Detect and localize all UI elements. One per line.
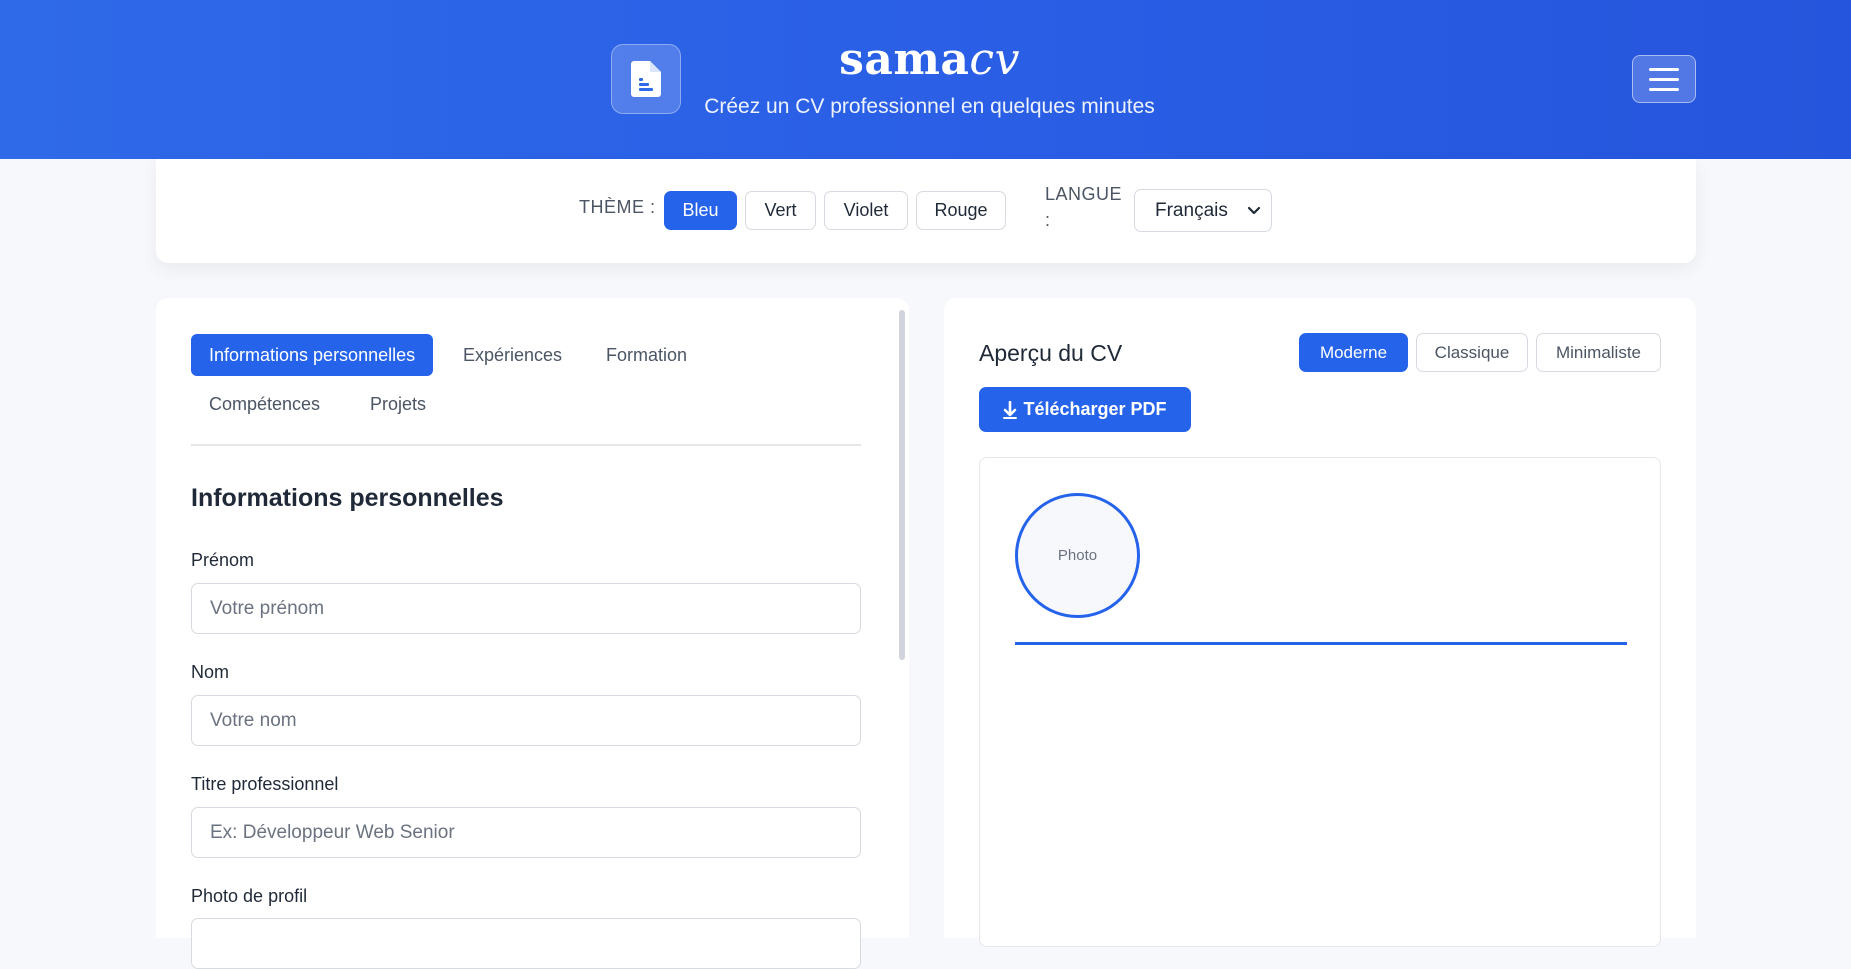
- theme-button-bleu[interactable]: Bleu: [664, 191, 737, 230]
- hamburger-menu-icon: [1649, 67, 1679, 71]
- hamburger-menu-button[interactable]: [1632, 55, 1696, 103]
- theme-button-violet[interactable]: Violet: [824, 191, 908, 230]
- chevron-down-icon: [1247, 206, 1261, 215]
- language-label: LANGUE :: [1045, 181, 1122, 233]
- profile-photo-input[interactable]: [191, 918, 861, 969]
- hamburger-menu-icon-line: [1649, 87, 1679, 91]
- tabs-divider: [191, 444, 861, 446]
- download-arrow-icon: [1003, 400, 1018, 419]
- tab-experiences[interactable]: Expériences: [445, 334, 580, 376]
- template-button-moderne[interactable]: Moderne: [1299, 333, 1408, 372]
- language-label-line1: LANGUE: [1045, 184, 1123, 204]
- tab-projets[interactable]: Projets: [352, 383, 444, 425]
- section-title: Informations personnelles: [191, 484, 504, 512]
- hamburger-menu-icon-line: [1649, 77, 1679, 81]
- cv-header-rule: [1015, 642, 1627, 645]
- editor-scrollbar[interactable]: [899, 310, 905, 660]
- cv-photo-placeholder: Photo: [1015, 493, 1140, 618]
- template-button-minimaliste[interactable]: Minimaliste: [1536, 333, 1661, 372]
- language-select[interactable]: Français: [1134, 189, 1272, 232]
- last-name-input[interactable]: [191, 695, 861, 746]
- preview-title: Aperçu du CV: [979, 340, 1123, 366]
- preview-panel: Aperçu du CV Moderne Classique Minimalis…: [944, 298, 1696, 947]
- theme-button-rouge[interactable]: Rouge: [916, 191, 1006, 230]
- tagline: Créez un CV professionnel en quelques mi…: [704, 95, 1155, 118]
- editor-panel: Informations personnelles Expériences Fo…: [156, 298, 909, 969]
- theme-button-vert[interactable]: Vert: [745, 191, 816, 230]
- theme-label: THÈME :: [579, 197, 656, 217]
- app-header: samacv Créez un CV professionnel en quel…: [0, 0, 1851, 159]
- tab-formation[interactable]: Formation: [588, 334, 705, 376]
- brand-wordmark: samacv: [600, 34, 1259, 85]
- first-name-input[interactable]: [191, 583, 861, 634]
- job-title-input[interactable]: [191, 807, 861, 858]
- language-label-line2: :: [1045, 210, 1051, 230]
- first-name-label: Prénom: [191, 550, 255, 570]
- profile-photo-label: Photo de profil: [191, 886, 308, 906]
- tab-informations-personnelles[interactable]: Informations personnelles: [191, 334, 434, 376]
- tab-competences[interactable]: Compétences: [191, 383, 338, 425]
- last-name-label: Nom: [191, 662, 230, 682]
- cv-preview-document: Photo: [979, 457, 1661, 947]
- download-pdf-button[interactable]: Télécharger PDF: [979, 387, 1191, 432]
- language-selected-value: Français: [1155, 199, 1228, 221]
- template-button-classique[interactable]: Classique: [1416, 333, 1528, 372]
- job-title-label: Titre professionnel: [191, 774, 339, 794]
- cv-photo-placeholder-label: Photo: [1057, 547, 1098, 564]
- brand-main: sama: [839, 34, 970, 85]
- theme-language-bar: THÈME : Bleu Vert Violet Rouge LANGUE : …: [156, 159, 1696, 263]
- brand-accent: cv: [969, 34, 1020, 85]
- download-pdf-label: Télécharger PDF: [1023, 399, 1167, 419]
